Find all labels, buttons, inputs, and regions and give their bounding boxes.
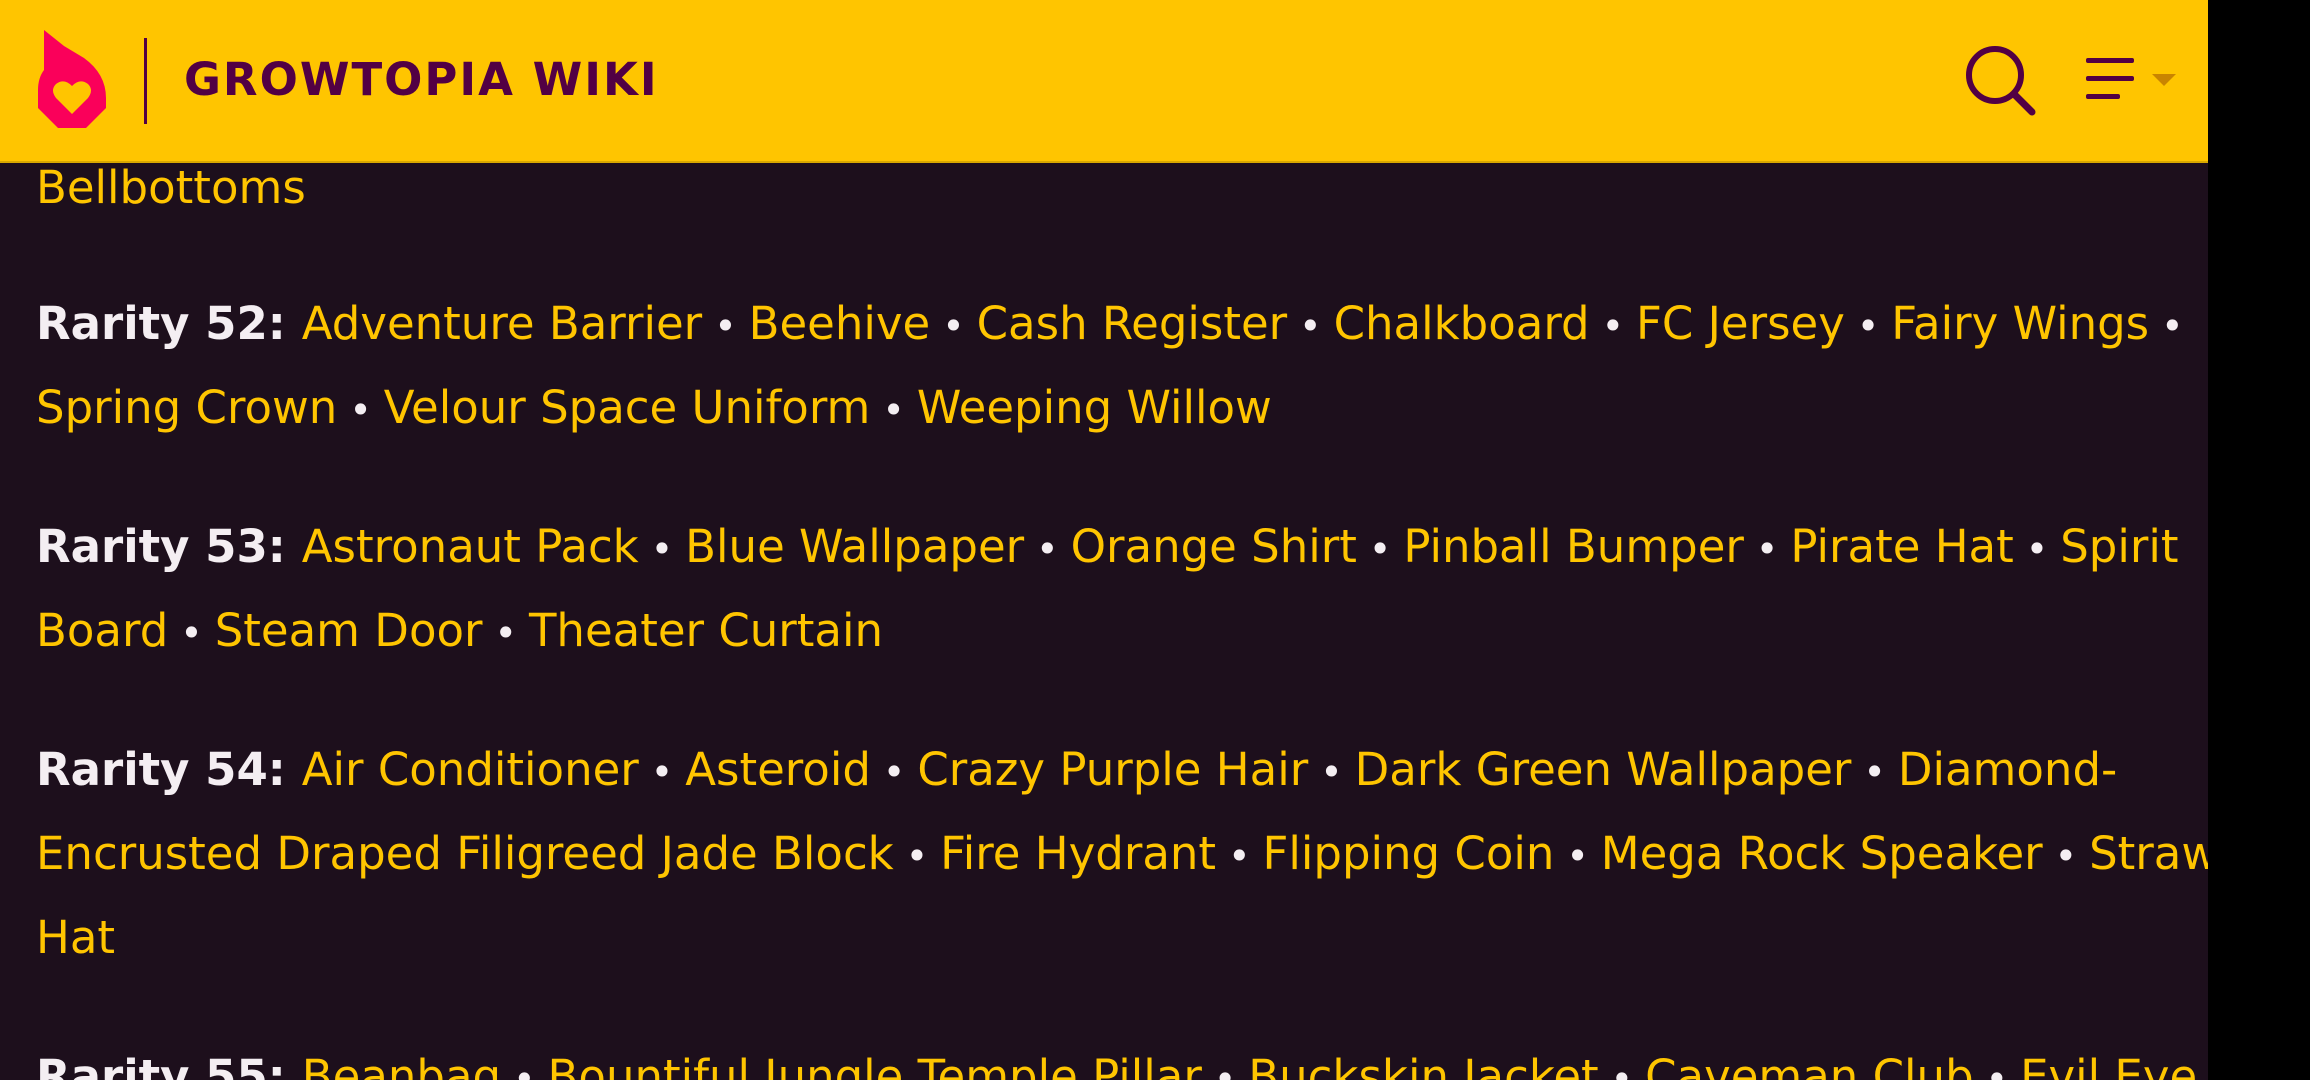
separator: • (1863, 750, 1886, 794)
item-link[interactable]: Beehive (749, 297, 931, 350)
item-link[interactable]: Weeping Willow (917, 381, 1272, 434)
rarity-row-53: Rarity 53: Astronaut Pack • Blue Wallpaper •… (36, 505, 2186, 673)
separator: • (1036, 527, 1059, 571)
separator: • (650, 750, 674, 794)
rarity-line: Rarity 55: Beanbag • Bountiful Jungle Templ… (36, 1035, 2197, 1080)
item-link[interactable]: Spirit (2060, 520, 2178, 573)
top-navigation-bar: GROWTOPIA WIKI (0, 0, 2208, 163)
rarity-line: Rarity 53: Astronaut Pack • Blue Wallpaper •… (36, 505, 2186, 589)
separator: • (349, 388, 372, 432)
item-link[interactable]: Crazy Purple Hair (917, 743, 1308, 796)
separator: • (882, 388, 905, 432)
item-link[interactable]: Straw (2089, 827, 2208, 880)
item-link[interactable]: FC Jersey (1636, 297, 1845, 350)
item-link[interactable]: Evil Eye (2020, 1050, 2197, 1080)
separator: • (2054, 834, 2078, 878)
rarity-row-55: Rarity 55: Beanbag • Bountiful Jungle Templ… (36, 1035, 2197, 1080)
item-link[interactable]: Air Conditioner (302, 743, 639, 796)
item-link[interactable]: Bellbottoms (36, 161, 306, 214)
separator: • (1213, 1057, 1237, 1080)
item-link[interactable]: Steam Door (215, 604, 483, 657)
separator: • (1368, 527, 1392, 571)
chevron-down-icon[interactable] (2152, 74, 2176, 86)
item-link[interactable]: Flipping Coin (1262, 827, 1554, 880)
item-link[interactable]: Velour Space Uniform (384, 381, 871, 434)
separator: • (180, 611, 203, 655)
separator: • (1566, 834, 1589, 878)
page-viewport: Bellbottoms Rarity 52: Adventure Barrier •… (0, 0, 2208, 1080)
separator: • (513, 1057, 536, 1080)
item-link[interactable]: Buckskin Jacket (1248, 1050, 1598, 1080)
logo-divider (144, 38, 147, 124)
rarity-line: Hat (36, 896, 2186, 980)
item-link[interactable]: Asteroid (685, 743, 871, 796)
separator: • (650, 527, 674, 571)
separator: • (2161, 304, 2184, 348)
item-link[interactable]: Mega Rock Speaker (1601, 827, 2043, 880)
separator: • (1755, 527, 1779, 571)
separator: • (1856, 304, 1880, 348)
separator: • (1320, 750, 1343, 794)
item-link[interactable]: Chalkboard (1334, 297, 1590, 350)
item-link[interactable]: Pirate Hat (1790, 520, 2013, 573)
item-link[interactable]: Hat (36, 911, 115, 964)
rarity-label: Rarity 52: (36, 297, 286, 350)
item-link[interactable]: Bountiful Jungle Temple Pillar (548, 1050, 1202, 1080)
separator: • (2025, 527, 2049, 571)
separator: • (942, 304, 965, 348)
item-link[interactable]: Beanbag (302, 1050, 501, 1080)
item-link[interactable]: Pinball Bumper (1403, 520, 1744, 573)
list-item[interactable]: Bellbottoms (36, 160, 306, 216)
item-link[interactable]: Orange Shirt (1071, 520, 1357, 573)
item-link[interactable]: Dark Green Wallpaper (1355, 743, 1852, 796)
separator: • (494, 611, 517, 655)
item-link[interactable]: Board (36, 604, 168, 657)
fandom-heart-flame-icon[interactable] (34, 24, 110, 128)
rarity-line: Rarity 52: Adventure Barrier • Beehive • Cash… (36, 282, 2186, 366)
separator: • (905, 834, 929, 878)
separator: • (2197, 1057, 2208, 1080)
separator: • (882, 750, 906, 794)
item-link[interactable]: Caveman Club (1645, 1050, 1974, 1080)
separator: • (1610, 1057, 1634, 1080)
item-link[interactable]: Astronaut Pack (302, 520, 639, 573)
rarity-label: Rarity 54: (36, 743, 286, 796)
separator: • (714, 304, 737, 348)
separator: • (1299, 304, 1322, 348)
rarity-line: Rarity 54: Air Conditioner • Asteroid • Crazy… (36, 728, 2186, 812)
hamburger-menu-icon[interactable] (2084, 52, 2184, 108)
screen-edge-gutter (2208, 0, 2310, 1080)
separator: • (1601, 304, 1625, 348)
item-link[interactable]: Encrusted Draped Filigreed Jade Block (36, 827, 894, 880)
rarity-label: Rarity 55: (36, 1050, 286, 1080)
item-link[interactable]: Cash Register (977, 297, 1288, 350)
item-link[interactable]: Fairy Wings (1891, 297, 2149, 350)
separator: • (1228, 834, 1251, 878)
search-icon[interactable] (1964, 44, 2036, 116)
item-link[interactable]: Theater Curtain (529, 604, 883, 657)
rarity-line: Encrusted Draped Filigreed Jade Block • Fi… (36, 812, 2208, 896)
item-link[interactable]: Adventure Barrier (302, 297, 702, 350)
item-link[interactable]: Fire Hydrant (940, 827, 1216, 880)
separator: • (1985, 1057, 2009, 1080)
rarity-row-52: Rarity 52: Adventure Barrier • Beehive • Cash… (36, 282, 2186, 450)
item-link[interactable]: Blue Wallpaper (685, 520, 1024, 573)
rarity-label: Rarity 53: (36, 520, 286, 573)
rarity-row-54: Rarity 54: Air Conditioner • Asteroid • Crazy… (36, 728, 2208, 980)
item-link[interactable]: Diamond- (1898, 743, 2117, 796)
item-link[interactable]: Spring Crown (36, 381, 337, 434)
rarity-line: Spring Crown • Velour Space Uniform • Weepin… (36, 366, 2186, 450)
rarity-line: Board • Steam Door • Theater Curtain (36, 589, 2186, 673)
wiki-title[interactable]: GROWTOPIA WIKI (184, 54, 659, 106)
